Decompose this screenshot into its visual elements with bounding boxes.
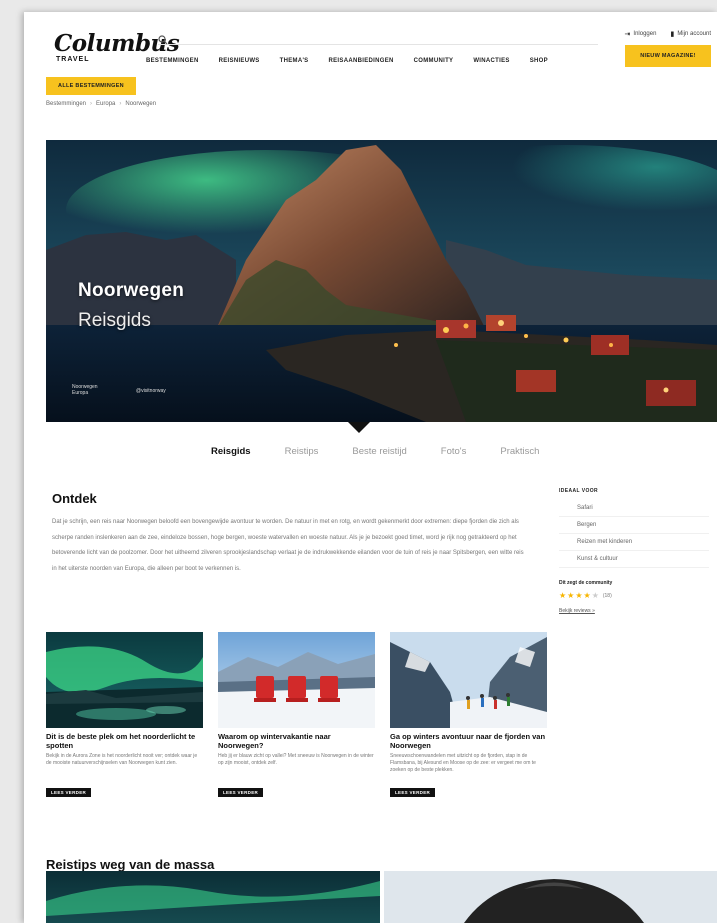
- star-icon: ★: [559, 591, 567, 600]
- nav-item-reisnieuws[interactable]: REISNIEUWS: [209, 53, 270, 69]
- card-description: Heb jij er blauw zicht op vallei? Met sn…: [218, 753, 374, 766]
- card-title[interactable]: Waarom op wintervakantie naar Noorwegen?: [218, 732, 375, 750]
- hero-credit-photographer: @visitnorway: [136, 388, 166, 394]
- breadcrumb-separator: ›: [90, 101, 93, 107]
- tab-reisgids[interactable]: Reisgids: [194, 444, 268, 459]
- breadcrumb-item-bestemmingen[interactable]: Bestemmingen: [46, 101, 86, 107]
- hero-subtitle: Reisgids: [78, 310, 151, 331]
- article-card[interactable]: Ga op winters avontuur naar de fjorden v…: [390, 632, 547, 799]
- breadcrumb-separator: ›: [119, 101, 122, 107]
- nav-item-community[interactable]: COMMUNITY: [404, 53, 464, 69]
- section-title-ontdek: Ontdek: [52, 491, 97, 506]
- login-link[interactable]: ⇥ Inloggen: [625, 30, 657, 38]
- ideal-item-bergen[interactable]: Bergen: [559, 517, 709, 534]
- search-icon[interactable]: [158, 32, 168, 44]
- tabs: Reisgids Reistips Beste reistijd Foto's …: [194, 444, 556, 459]
- star-icon: ★: [583, 591, 591, 600]
- ideal-item-kunst-cultuur[interactable]: Kunst & cultuur: [559, 551, 709, 568]
- hero-title: Noorwegen: [78, 280, 185, 301]
- nav-item-winacties[interactable]: WINACTIES: [463, 53, 519, 69]
- community-rating: ★ ★ ★ ★ ★ (18): [559, 592, 709, 600]
- article-card[interactable]: Dit is de beste plek om het noorderlicht…: [46, 632, 203, 799]
- search-bar: [158, 29, 598, 45]
- sidebar: IDEAAL VOOR Safari Bergen Reizen met kin…: [559, 488, 709, 614]
- read-more-button[interactable]: LEES VERDER: [46, 788, 92, 797]
- hero-credit-location: Noorwegen Europa: [72, 384, 98, 396]
- section-title-reistips: Reistips weg van de massa: [46, 857, 215, 872]
- community-heading: Dit zegt de community: [559, 580, 613, 586]
- tab-reistips[interactable]: Reistips: [268, 444, 336, 459]
- user-icon: ▮: [670, 31, 675, 38]
- card-description: Bekijk in de Aurora Zone is het noorderl…: [46, 753, 198, 766]
- breadcrumb: Bestemmingen › Europa › Noorwegen: [46, 101, 156, 107]
- card-image-winter: [218, 632, 375, 728]
- new-magazine-button[interactable]: NIEUW MAGAZINE!: [625, 45, 711, 67]
- breadcrumb-item-noorwegen: Noorwegen: [125, 101, 157, 107]
- card-description: Sneeuwschoenwandelen met uitzicht op de …: [390, 753, 536, 773]
- review-link[interactable]: Bekijk reviews »: [559, 608, 709, 614]
- star-icon: ★: [567, 591, 575, 600]
- nav-item-themas[interactable]: THEMA'S: [270, 53, 319, 69]
- ideal-item-safari[interactable]: Safari: [559, 500, 709, 517]
- nav-item-bestemmingen[interactable]: BESTEMMINGEN: [136, 53, 209, 69]
- breadcrumb-item-europa[interactable]: Europa: [96, 101, 115, 107]
- account-label: Mijn account: [677, 31, 711, 37]
- nav-item-shop[interactable]: SHOP: [520, 53, 558, 69]
- card-title[interactable]: Ga op winters avontuur naar de fjorden v…: [390, 732, 547, 750]
- account-link[interactable]: ▮ Mijn account: [670, 30, 711, 38]
- tab-pointer-icon: [348, 422, 370, 433]
- tab-praktisch[interactable]: Praktisch: [483, 444, 556, 459]
- search-input[interactable]: [174, 33, 574, 40]
- login-icon: ⇥: [624, 31, 631, 38]
- bottom-image-whale[interactable]: [384, 871, 717, 923]
- rating-count: (18): [602, 593, 612, 599]
- bottom-image-aurora[interactable]: [46, 871, 380, 923]
- all-destinations-button[interactable]: ALLE BESTEMMINGEN: [46, 77, 136, 95]
- card-image-fjord: [390, 632, 547, 728]
- card-title[interactable]: Dit is de beste plek om het noorderlicht…: [46, 732, 203, 750]
- intro-text: Dat je schrijn, een reis naar Noorwegen …: [52, 519, 524, 572]
- login-label: Inloggen: [633, 31, 657, 37]
- ideal-item-reizen-met-kinderen[interactable]: Reizen met kinderen: [559, 534, 709, 551]
- nav-item-reisaanbiedingen[interactable]: REISAANBIEDINGEN: [319, 53, 404, 69]
- read-more-button[interactable]: LEES VERDER: [218, 788, 264, 797]
- main-nav: BESTEMMINGEN REISNIEUWS THEMA'S REISAANB…: [136, 53, 558, 69]
- read-more-button[interactable]: LEES VERDER: [390, 788, 436, 797]
- page: Columbus TRAVEL ⇥ Inloggen ▮ Mijn accoun…: [24, 12, 717, 923]
- ideal-for-heading: IDEAAL VOOR: [559, 488, 599, 494]
- star-empty-icon: ★: [591, 591, 599, 600]
- tab-fotos[interactable]: Foto's: [424, 444, 484, 459]
- top-links: ⇥ Inloggen ▮ Mijn account: [625, 30, 711, 38]
- hero-banner: Noorwegen Reisgids Noorwegen Europa @vis…: [46, 140, 717, 422]
- card-image-aurora: [46, 632, 203, 728]
- tab-beste-reistijd[interactable]: Beste reistijd: [335, 444, 423, 459]
- article-card[interactable]: Waarom op wintervakantie naar Noorwegen?…: [218, 632, 375, 799]
- star-icon: ★: [575, 591, 583, 600]
